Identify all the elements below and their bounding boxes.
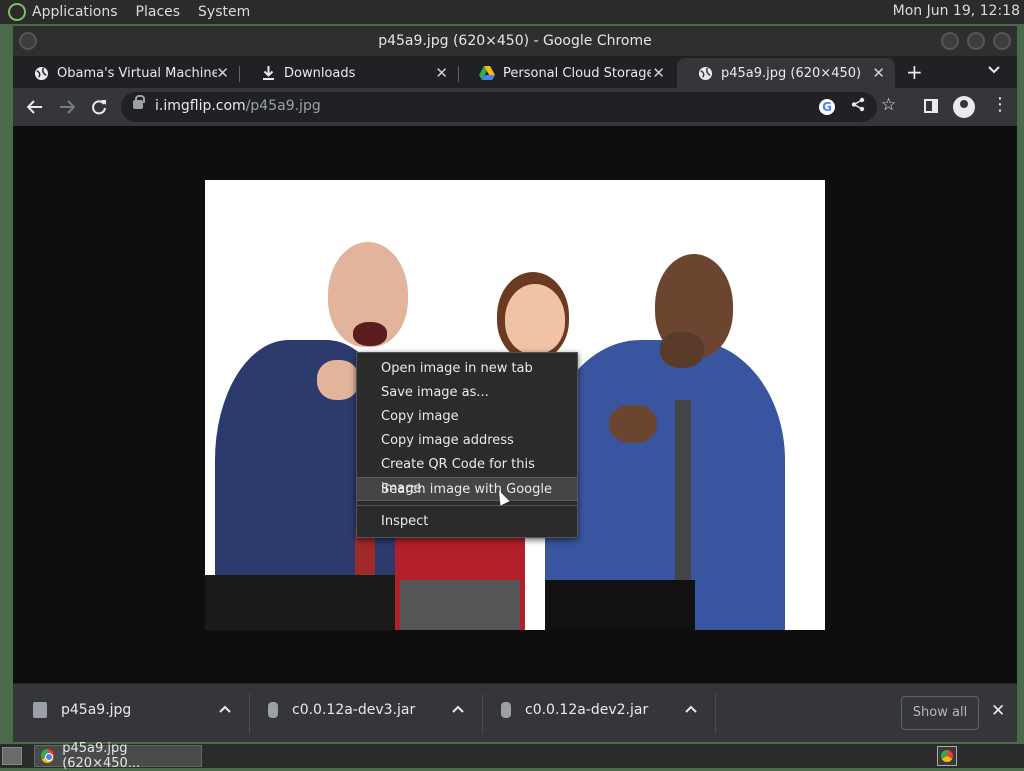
- jar-file-icon: [501, 702, 511, 718]
- back-icon[interactable]: [22, 94, 48, 120]
- chevron-up-icon[interactable]: [219, 702, 231, 717]
- download-item[interactable]: c0.0.12a-dev2.jar: [501, 702, 697, 718]
- maximize-icon[interactable]: [967, 32, 985, 50]
- menu-item-save-image-as[interactable]: Save image as...: [357, 381, 577, 405]
- right-person-tie: [675, 400, 691, 580]
- tab-title: p45a9.jpg (620×450): [721, 65, 862, 81]
- browser-window: p45a9.jpg (620×450) - Google Chrome Obam…: [13, 26, 1017, 742]
- menu-item-copy-image[interactable]: Copy image: [357, 405, 577, 429]
- clock[interactable]: Mon Jun 19, 12:18: [893, 3, 1020, 19]
- show-all-button[interactable]: Show all: [901, 696, 979, 730]
- reload-icon[interactable]: [86, 94, 112, 120]
- right-person-hand: [660, 332, 704, 368]
- middle-person-head: [505, 284, 565, 354]
- download-shelf: p45a9.jpg c0.0.12a-dev3.jar c0.0.12a-dev…: [13, 683, 1017, 742]
- new-tab-icon[interactable]: +: [906, 60, 923, 84]
- more-menu-icon[interactable]: ⋮: [991, 94, 1009, 115]
- menu-item-open-image-new-tab[interactable]: Open image in new tab: [357, 357, 577, 381]
- menu-separator: [357, 505, 577, 506]
- menu-item-copy-image-address[interactable]: Copy image address: [357, 429, 577, 453]
- close-tab-icon[interactable]: ✕: [435, 64, 448, 82]
- side-panel-icon[interactable]: [924, 99, 938, 113]
- page-content: Open image in new tab Save image as... C…: [13, 126, 1017, 683]
- address-bar[interactable]: i.imgflip.com/p45a9.jpg G ☆: [121, 92, 896, 122]
- download-filename: p45a9.jpg: [61, 702, 132, 718]
- download-icon: [260, 65, 276, 81]
- browser-toolbar: i.imgflip.com/p45a9.jpg G ☆ ⋮: [13, 88, 1017, 126]
- download-divider: [482, 694, 483, 734]
- chevron-up-icon[interactable]: [452, 702, 464, 717]
- lock-icon[interactable]: [133, 95, 145, 109]
- image-file-icon: [33, 702, 47, 718]
- bottom-taskbar: p45a9.jpg (620×450...: [0, 741, 1024, 771]
- applications-menu[interactable]: Applications: [32, 4, 118, 20]
- tab-title: Obama's Virtual Machines!: [57, 65, 217, 81]
- distro-logo-icon[interactable]: [8, 3, 26, 21]
- menu-item-search-image-with-google[interactable]: Search image with Google: [357, 477, 577, 501]
- taskbar-chrome-window[interactable]: p45a9.jpg (620×450...: [34, 741, 202, 771]
- download-filename: c0.0.12a-dev2.jar: [525, 702, 649, 718]
- url-host: i.imgflip.com: [155, 98, 246, 114]
- jar-file-icon: [268, 702, 278, 718]
- google-lens-icon[interactable]: G: [819, 99, 835, 115]
- chevron-up-icon[interactable]: [685, 702, 697, 717]
- tab-obama-virtual-machines[interactable]: Obama's Virtual Machines! ✕: [13, 58, 239, 88]
- url-text[interactable]: i.imgflip.com/p45a9.jpg: [155, 98, 321, 114]
- taskbar-task-title: p45a9.jpg (620×450...: [62, 741, 141, 771]
- middle-person-trousers: [400, 580, 520, 630]
- globe-icon: [697, 65, 713, 81]
- bookmark-star-icon[interactable]: ☆: [881, 95, 896, 115]
- forward-icon[interactable]: [54, 94, 80, 120]
- drive-icon: [479, 65, 495, 81]
- tab-search-chevron-icon[interactable]: [988, 62, 1000, 78]
- close-tab-icon[interactable]: ✕: [652, 64, 665, 82]
- globe-icon: [33, 65, 49, 81]
- right-person-pointing-hand: [609, 405, 657, 443]
- window-menu-icon[interactable]: [19, 32, 37, 50]
- left-person-mouth: [353, 322, 387, 346]
- download-filename: c0.0.12a-dev3.jar: [292, 702, 416, 718]
- minimize-icon[interactable]: [941, 32, 959, 50]
- tab-downloads[interactable]: Downloads ✕: [240, 58, 458, 88]
- download-item[interactable]: c0.0.12a-dev3.jar: [268, 702, 464, 718]
- download-divider: [249, 694, 250, 734]
- close-tab-icon[interactable]: ✕: [872, 64, 885, 82]
- show-desktop-icon[interactable]: [2, 747, 22, 765]
- chrome-icon: [41, 749, 55, 763]
- tray-chrome-icon[interactable]: [937, 746, 957, 766]
- places-menu[interactable]: Places: [136, 4, 181, 20]
- window-titlebar[interactable]: p45a9.jpg (620×450) - Google Chrome: [13, 26, 1017, 56]
- tab-strip: Obama's Virtual Machines! ✕ Downloads ✕ …: [13, 56, 1017, 88]
- system-menu[interactable]: System: [198, 4, 250, 20]
- tab-title: Downloads: [284, 65, 356, 81]
- download-divider: [715, 694, 716, 734]
- share-icon[interactable]: [851, 97, 865, 116]
- close-window-icon[interactable]: [993, 32, 1011, 50]
- url-path: /p45a9.jpg: [245, 98, 321, 114]
- window-title: p45a9.jpg (620×450) - Google Chrome: [378, 33, 652, 49]
- context-menu: Open image in new tab Save image as... C…: [356, 352, 578, 538]
- menu-item-inspect[interactable]: Inspect: [357, 510, 577, 534]
- tab-title: Personal Cloud Storage & F: [503, 65, 651, 81]
- right-person-trousers: [545, 580, 695, 630]
- left-person-trousers: [205, 575, 395, 630]
- tab-personal-cloud-storage[interactable]: Personal Cloud Storage & F ✕: [459, 58, 675, 88]
- close-download-shelf-icon[interactable]: ✕: [991, 701, 1005, 721]
- menu-item-create-qr-code[interactable]: Create QR Code for this image: [357, 453, 577, 496]
- close-tab-icon[interactable]: ✕: [216, 64, 229, 82]
- top-panel: Applications Places System Mon Jun 19, 1…: [0, 0, 1024, 24]
- profile-avatar-icon[interactable]: [953, 96, 975, 118]
- download-item[interactable]: p45a9.jpg: [33, 702, 231, 718]
- left-person-fist: [317, 360, 359, 400]
- tab-p45a9-jpg[interactable]: p45a9.jpg (620×450) ✕: [677, 58, 895, 88]
